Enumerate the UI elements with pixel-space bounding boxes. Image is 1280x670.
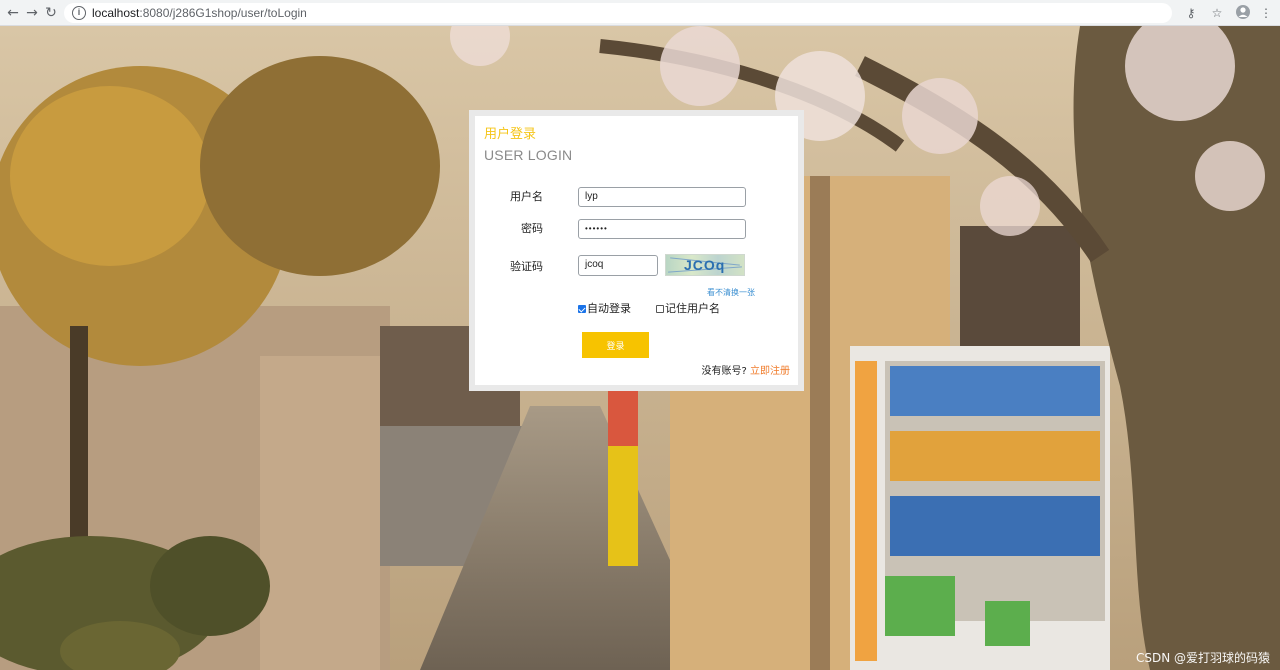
address-bar[interactable]: i localhost:8080/j286G1shop/user/toLogin… [64,3,1195,23]
captcha-input[interactable]: jcoq [578,255,658,276]
remember-username-label[interactable]: 记住用户名 [665,302,720,316]
username-label: 用户名 [510,190,543,203]
login-subtitle: USER LOGIN [484,147,573,163]
no-account-text: 没有账号? [701,366,747,377]
profile-icon[interactable] [1234,4,1252,22]
login-button[interactable]: 登录 [582,332,649,358]
auto-login-checkbox[interactable] [578,305,586,313]
watermark: CSDN @爱打羽球的码猿 [1135,651,1270,665]
register-row: 没有账号? 立即注册 [702,365,791,379]
info-icon[interactable]: i [72,6,86,20]
url-text[interactable]: localhost:8080/j286G1shop/user/toLogin [92,5,307,21]
url-path: :8080/j286G1shop/user/toLogin [139,6,307,20]
captcha-text: JCOq [684,257,726,273]
password-label: 密码 [521,222,543,235]
refresh-captcha-link[interactable]: 看不清换一张 [707,287,755,299]
remember-username-checkbox[interactable] [656,305,664,313]
username-input[interactable]: lyp [578,187,746,207]
reload-icon[interactable]: ↻ [42,4,60,22]
register-link[interactable]: 立即注册 [750,366,790,377]
captcha-image[interactable]: JCOq [665,254,745,276]
arrow-right-icon[interactable]: → [23,4,41,22]
login-card: 用户登录 USER LOGIN 用户名 lyp 密码 •••••• 验证码 jc… [469,110,804,391]
browser-toolbar: ← → ↻ i localhost:8080/j286G1shop/user/t… [0,0,1280,26]
star-icon[interactable]: ☆ [1208,4,1226,22]
captcha-label: 验证码 [510,260,543,273]
kebab-menu-icon[interactable]: ⋮ [1257,4,1275,22]
arrow-left-icon[interactable]: ← [4,4,22,22]
url-host: localhost [92,6,140,20]
login-title: 用户登录 [484,127,537,142]
auto-login-label[interactable]: 自动登录 [587,302,631,316]
key-icon[interactable]: ⚷ [1182,4,1200,22]
password-input[interactable]: •••••• [578,219,746,239]
login-panel: 用户登录 USER LOGIN 用户名 lyp 密码 •••••• 验证码 jc… [475,116,798,385]
